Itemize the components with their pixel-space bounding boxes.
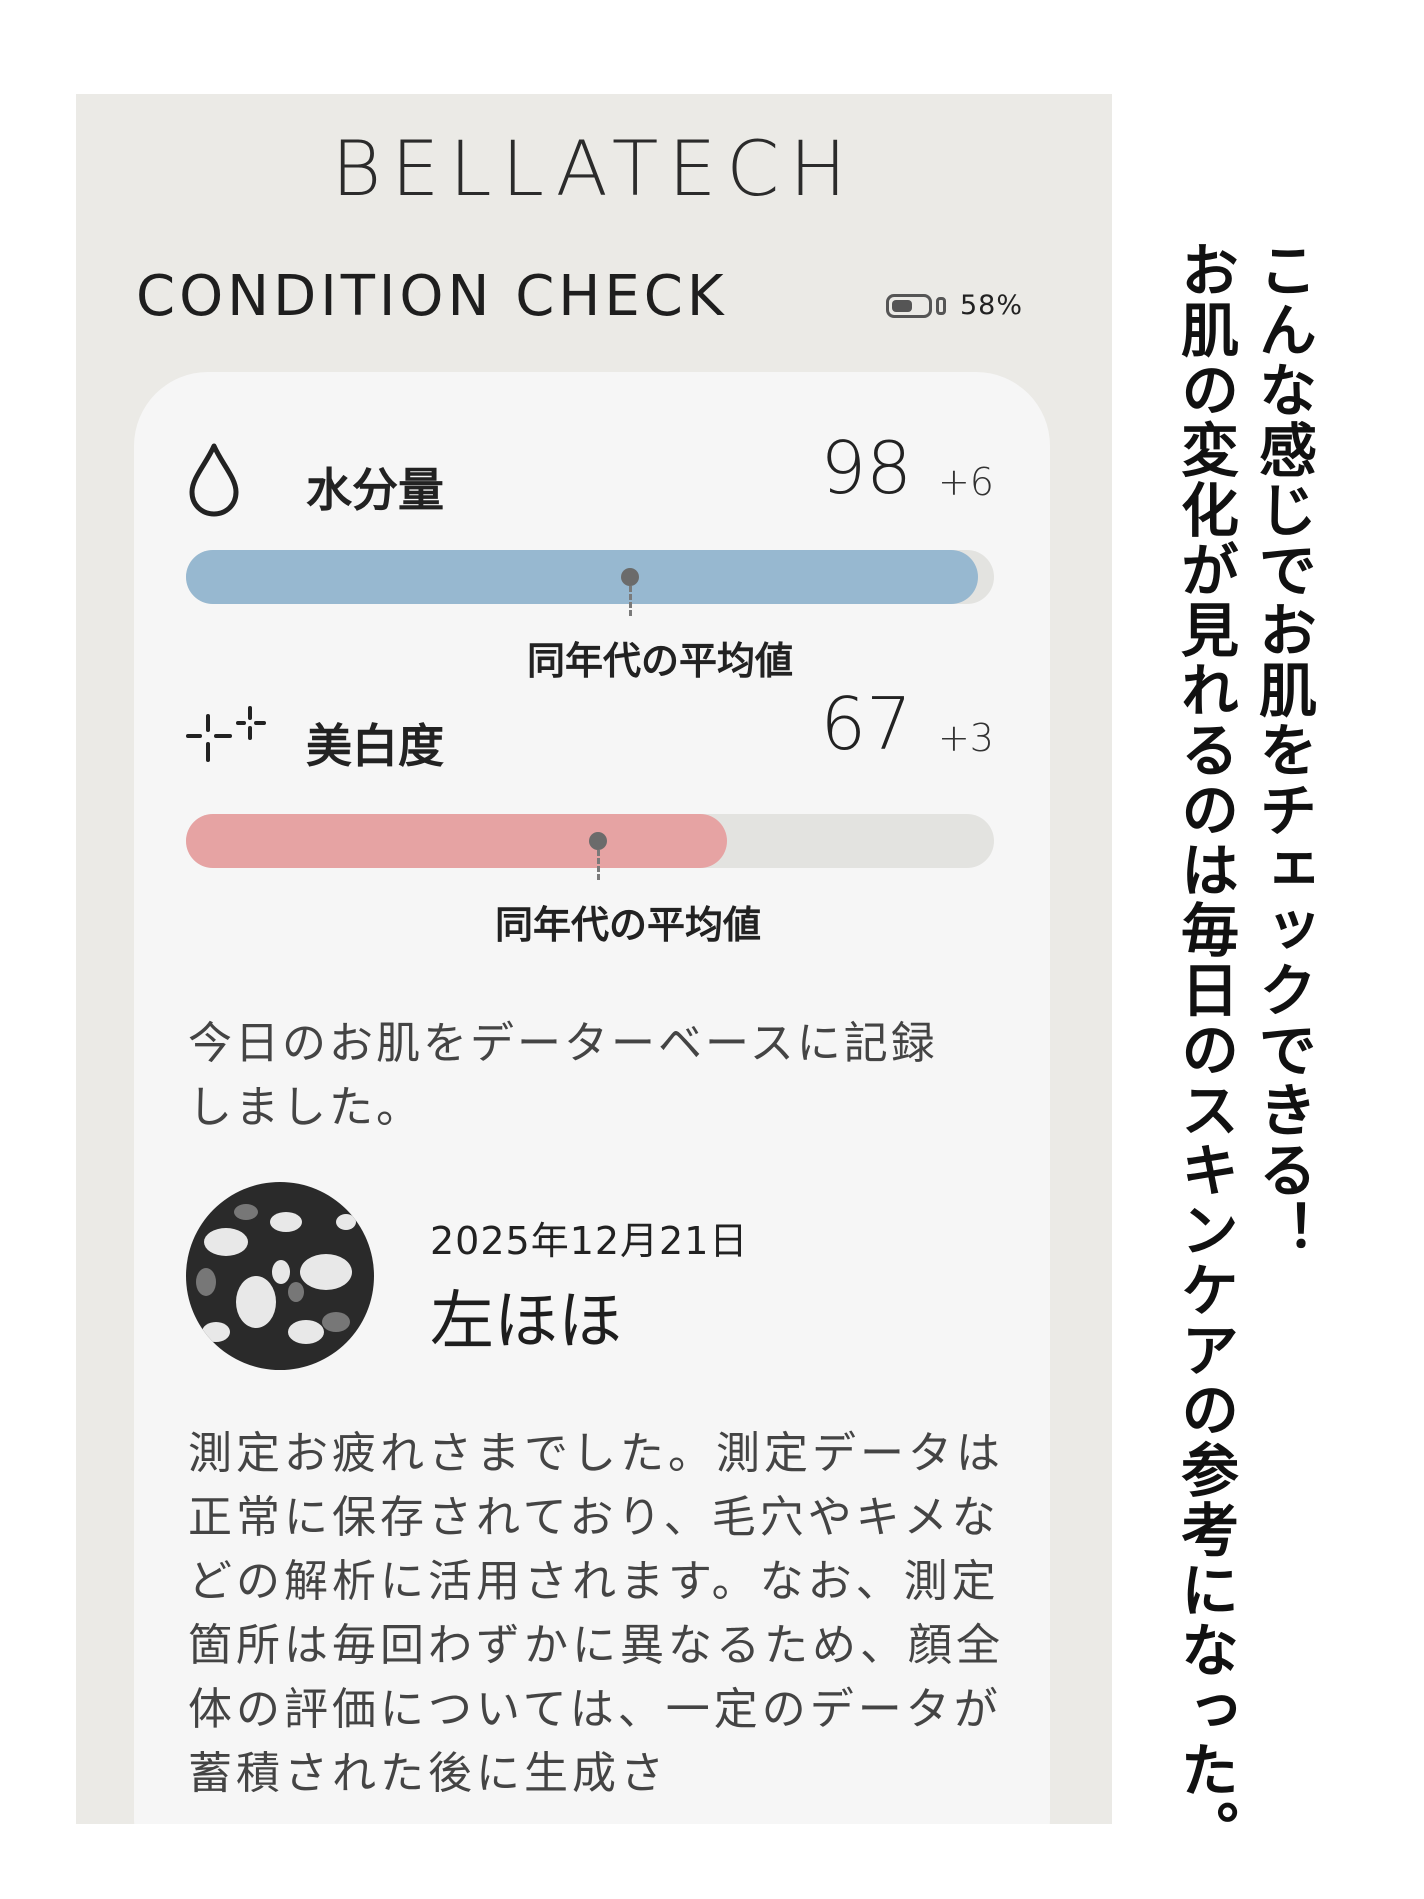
measured-area: 左ほほ [430, 1285, 622, 1359]
caption-line-1: こんな感じでお肌をチェックできる！ [1249, 240, 1317, 1260]
metric-delta: +3 [937, 716, 994, 760]
battery-percent: 58% [960, 290, 1024, 321]
record-message: 今日のお肌をデーターベースに記録しました。 [188, 1018, 938, 1133]
page-title: CONDITION CHECK [136, 264, 728, 329]
average-dot [621, 568, 639, 586]
average-line [597, 850, 600, 880]
battery-icon [886, 293, 932, 318]
measurement-note: 測定お疲れさまでした。測定データは正常に保存されており、毛穴やキメなどの解析に活… [188, 1428, 1004, 1799]
average-label: 同年代の平均値 [494, 903, 762, 947]
metric-label: 美白度 [306, 719, 444, 773]
battery-level [892, 299, 912, 312]
moisture-bar-fill [186, 550, 978, 604]
average-label: 同年代の平均値 [526, 639, 794, 683]
battery-cap [936, 296, 946, 315]
moisture-bar: 同年代の平均値 [186, 550, 994, 683]
battery-indicator: 58% [886, 290, 1023, 321]
average-line [629, 586, 632, 616]
condition-card: 水分量 98 +6 同年代の平均値 美白度 67 +3 同年代の平均値 今日のお… [134, 372, 1050, 1824]
metric-delta: +6 [937, 460, 994, 504]
whiteness-bar-fill [186, 814, 727, 868]
metric-value: 98 [820, 426, 912, 510]
app-screen: BELLATECH CONDITION CHECK 58% 水分量 98 +6 [76, 94, 1112, 1824]
metric-value: 67 [820, 682, 912, 766]
sparkle-icon [186, 706, 270, 780]
skin-sample-image [186, 1182, 374, 1370]
metric-label: 水分量 [306, 463, 444, 517]
whiteness-bar: 同年代の平均値 [186, 814, 994, 947]
record-date: 2025年12月21日 [430, 1219, 749, 1263]
caption-line-2: お肌の変化が見れるのは毎日のスキンケアの参考になった。 [1171, 240, 1239, 1860]
brand-logo: BELLATECH [331, 124, 857, 213]
average-dot [589, 832, 607, 850]
water-drop-icon [186, 442, 242, 522]
